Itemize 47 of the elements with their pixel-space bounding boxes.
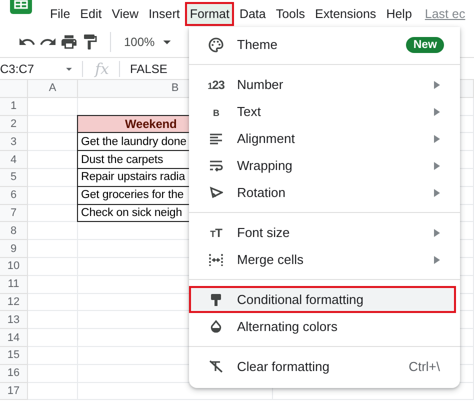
row-header[interactable]: 8	[0, 222, 28, 240]
menu-option[interactable]: Merge cells	[189, 246, 456, 273]
icon-label: TT	[210, 226, 222, 240]
menu-item[interactable]: View	[106, 2, 144, 26]
row-header[interactable]: 13	[0, 311, 28, 330]
shortcut-text: Ctrl+\	[408, 359, 440, 374]
menu-item[interactable]: Insert	[144, 2, 185, 26]
row-header[interactable]: 16	[0, 364, 28, 383]
row-header[interactable]: 14	[0, 329, 28, 347]
row-header[interactable]: 11	[0, 276, 28, 294]
new-badge: New	[406, 36, 444, 52]
row-header[interactable]: 12	[0, 294, 28, 312]
row-header[interactable]: 1	[0, 98, 28, 116]
row-header[interactable]: 9	[0, 240, 28, 258]
row-header[interactable]: 7	[0, 204, 28, 222]
menu-option[interactable]: Clear formatting Ctrl+\	[189, 353, 456, 380]
row-header[interactable]: 6	[0, 186, 28, 205]
row-header[interactable]: 17	[0, 382, 28, 400]
zoom-select[interactable]: 100%	[124, 35, 155, 49]
column-header[interactable]: A	[28, 80, 78, 98]
option-label: Clear formatting	[237, 359, 330, 374]
menu-option[interactable]: Conditional formatting	[189, 286, 456, 313]
menu-item[interactable]: Data	[234, 2, 271, 26]
menu-item[interactable]: File	[45, 2, 76, 26]
menu-option[interactable]: Theme New	[189, 31, 456, 58]
menu-item[interactable]: Extensions	[310, 2, 382, 26]
menu-option[interactable]: Alternating colors	[189, 313, 456, 340]
row-header[interactable]: 4	[0, 151, 28, 169]
menu-item[interactable]: Edit	[75, 2, 107, 26]
row-header[interactable]: 10	[0, 258, 28, 276]
option-label: Merge cells	[237, 252, 304, 267]
row-header[interactable]: 5	[0, 168, 28, 187]
option-label: Font size	[237, 225, 291, 240]
row-header[interactable]: 15	[0, 346, 28, 365]
menu-item[interactable]: Format	[184, 2, 234, 26]
last-edit-link[interactable]: Last ec	[424, 6, 466, 20]
fx-label: fx	[95, 60, 110, 78]
menu-item[interactable]: Tools	[270, 2, 310, 26]
menu-item[interactable]: Help	[381, 2, 417, 26]
option-label: Theme	[237, 37, 278, 52]
name-box[interactable]: C3:C7	[0, 62, 62, 76]
row-header[interactable]: 2	[0, 116, 28, 134]
row-header[interactable]: 3	[0, 133, 28, 152]
icon-label: 123	[208, 78, 224, 92]
option-label: Conditional formatting	[237, 292, 364, 307]
formula-field[interactable]: FALSE	[130, 62, 168, 76]
option-label: Alternating colors	[237, 319, 338, 334]
